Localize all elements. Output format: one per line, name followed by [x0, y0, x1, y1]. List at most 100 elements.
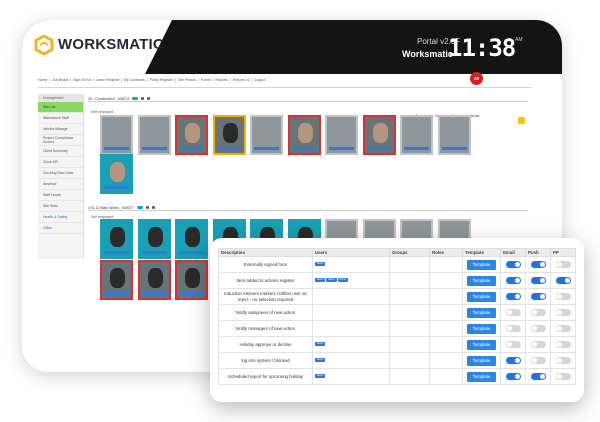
nav-link[interactable]: Leave Request [96, 78, 120, 82]
sidebar-item[interactable]: Client Summary [38, 146, 83, 157]
sidebar-item[interactable]: Site Stats [38, 201, 83, 212]
push-toggle[interactable] [530, 325, 546, 332]
user-chip[interactable]: demo [337, 278, 348, 282]
nav-link[interactable]: My Contracts [124, 78, 145, 82]
template-button[interactable]: Template [467, 259, 496, 270]
sidebar-item[interactable]: Staff Leads [38, 190, 83, 201]
users-cell[interactable] [312, 320, 390, 337]
staff-card[interactable] [287, 115, 321, 155]
section-toggle[interactable] [136, 206, 143, 209]
push-toggle[interactable] [530, 357, 546, 364]
roles-cell[interactable] [429, 336, 463, 353]
nav-link[interactable]: Sign In/Out [73, 78, 91, 82]
template-button[interactable]: Template [467, 339, 496, 350]
template-button[interactable]: Template [467, 323, 496, 334]
groups-cell[interactable] [389, 256, 430, 273]
template-button[interactable]: Template [467, 355, 496, 366]
nav-link[interactable]: Reports v2 [233, 78, 250, 82]
staff-card[interactable] [175, 115, 208, 155]
roles-cell[interactable] [429, 288, 463, 305]
nav-link[interactable]: Site Photos [178, 78, 196, 82]
sidebar-link[interactable]: Office [38, 223, 83, 234]
user-chip[interactable]: demo [315, 278, 326, 282]
groups-cell[interactable] [389, 368, 430, 385]
email-toggle[interactable] [505, 309, 521, 316]
users-cell[interactable]: demo [312, 256, 390, 273]
section-toggle[interactable] [132, 97, 139, 100]
push-toggle[interactable] [530, 341, 546, 348]
staff-card[interactable] [212, 115, 246, 155]
template-button[interactable]: Template [467, 307, 496, 318]
pp-toggle[interactable] [555, 325, 571, 332]
email-toggle[interactable] [505, 325, 521, 332]
groups-cell[interactable] [389, 288, 430, 305]
email-toggle[interactable] [505, 277, 521, 284]
sidebar-item[interactable]: Clocking Raw Data [38, 168, 83, 179]
staff-card[interactable] [137, 115, 171, 155]
roles-cell[interactable] [429, 368, 463, 385]
staff-card[interactable] [250, 115, 283, 155]
pp-toggle[interactable] [555, 261, 571, 268]
staff-card[interactable] [137, 260, 171, 300]
roles-cell[interactable] [429, 304, 463, 321]
pp-toggle[interactable] [555, 277, 571, 284]
nav-link[interactable]: Job Board [52, 78, 68, 82]
section-action-icon[interactable] [147, 97, 151, 100]
groups-cell[interactable] [389, 336, 430, 353]
push-toggle[interactable] [530, 261, 546, 268]
sidebar-item[interactable]: Vehicle Mileage [38, 124, 83, 135]
pp-toggle[interactable] [555, 373, 571, 380]
user-chip[interactable]: demo [315, 358, 326, 362]
staff-card[interactable] [137, 219, 171, 259]
nav-link[interactable]: Logout [255, 78, 266, 82]
sidebar-item[interactable]: Attendance Staff [38, 113, 83, 124]
roles-cell[interactable] [429, 272, 463, 289]
users-cell[interactable]: demo [312, 368, 390, 385]
nav-link[interactable]: Reports [216, 78, 228, 82]
notification-badge[interactable]: 46 [470, 72, 483, 85]
template-button[interactable]: Template [467, 291, 496, 302]
user-chip[interactable]: demo [315, 262, 326, 266]
sidebar-item[interactable]: Clock KPI [38, 157, 83, 168]
sidebar-item[interactable]: Project Compliance Scores [38, 135, 83, 146]
groups-cell[interactable] [389, 320, 430, 337]
staff-card[interactable] [175, 260, 208, 300]
users-cell[interactable] [312, 304, 390, 321]
staff-card[interactable] [100, 260, 133, 300]
staff-card[interactable] [100, 219, 133, 259]
groups-cell[interactable] [389, 272, 430, 289]
section-action-icon[interactable] [141, 97, 145, 100]
users-cell[interactable]: demo [312, 352, 390, 369]
email-toggle[interactable] [505, 373, 521, 380]
staff-card[interactable] [175, 219, 208, 259]
pp-toggle[interactable] [555, 341, 571, 348]
groups-cell[interactable] [389, 352, 430, 369]
nav-link[interactable]: Forms [201, 78, 211, 82]
staff-card[interactable] [362, 115, 396, 155]
nav-link[interactable]: Home [38, 78, 47, 82]
section-action-icon[interactable] [151, 206, 155, 209]
roles-cell[interactable] [429, 256, 463, 273]
users-cell[interactable] [312, 288, 390, 305]
email-toggle[interactable] [505, 293, 521, 300]
staff-card[interactable] [437, 115, 471, 155]
staff-card[interactable] [100, 154, 133, 194]
email-toggle[interactable] [505, 261, 521, 268]
email-toggle[interactable] [505, 341, 521, 348]
email-toggle[interactable] [505, 357, 521, 364]
roles-cell[interactable] [429, 320, 463, 337]
groups-cell[interactable] [389, 304, 430, 321]
staff-card[interactable] [400, 115, 433, 155]
pp-toggle[interactable] [555, 293, 571, 300]
push-toggle[interactable] [530, 373, 546, 380]
nav-link[interactable]: Policy Register [150, 78, 173, 82]
refresh-button[interactable] [518, 117, 525, 124]
user-chip[interactable]: demo [326, 278, 337, 282]
template-button[interactable]: Template [467, 275, 496, 286]
sidebar-link[interactable]: Health & Safety [38, 212, 83, 223]
push-toggle[interactable] [530, 293, 546, 300]
push-toggle[interactable] [530, 277, 546, 284]
section-action-icon[interactable] [145, 206, 149, 209]
users-cell[interactable]: demo demo demo [312, 272, 390, 289]
push-toggle[interactable] [530, 309, 546, 316]
